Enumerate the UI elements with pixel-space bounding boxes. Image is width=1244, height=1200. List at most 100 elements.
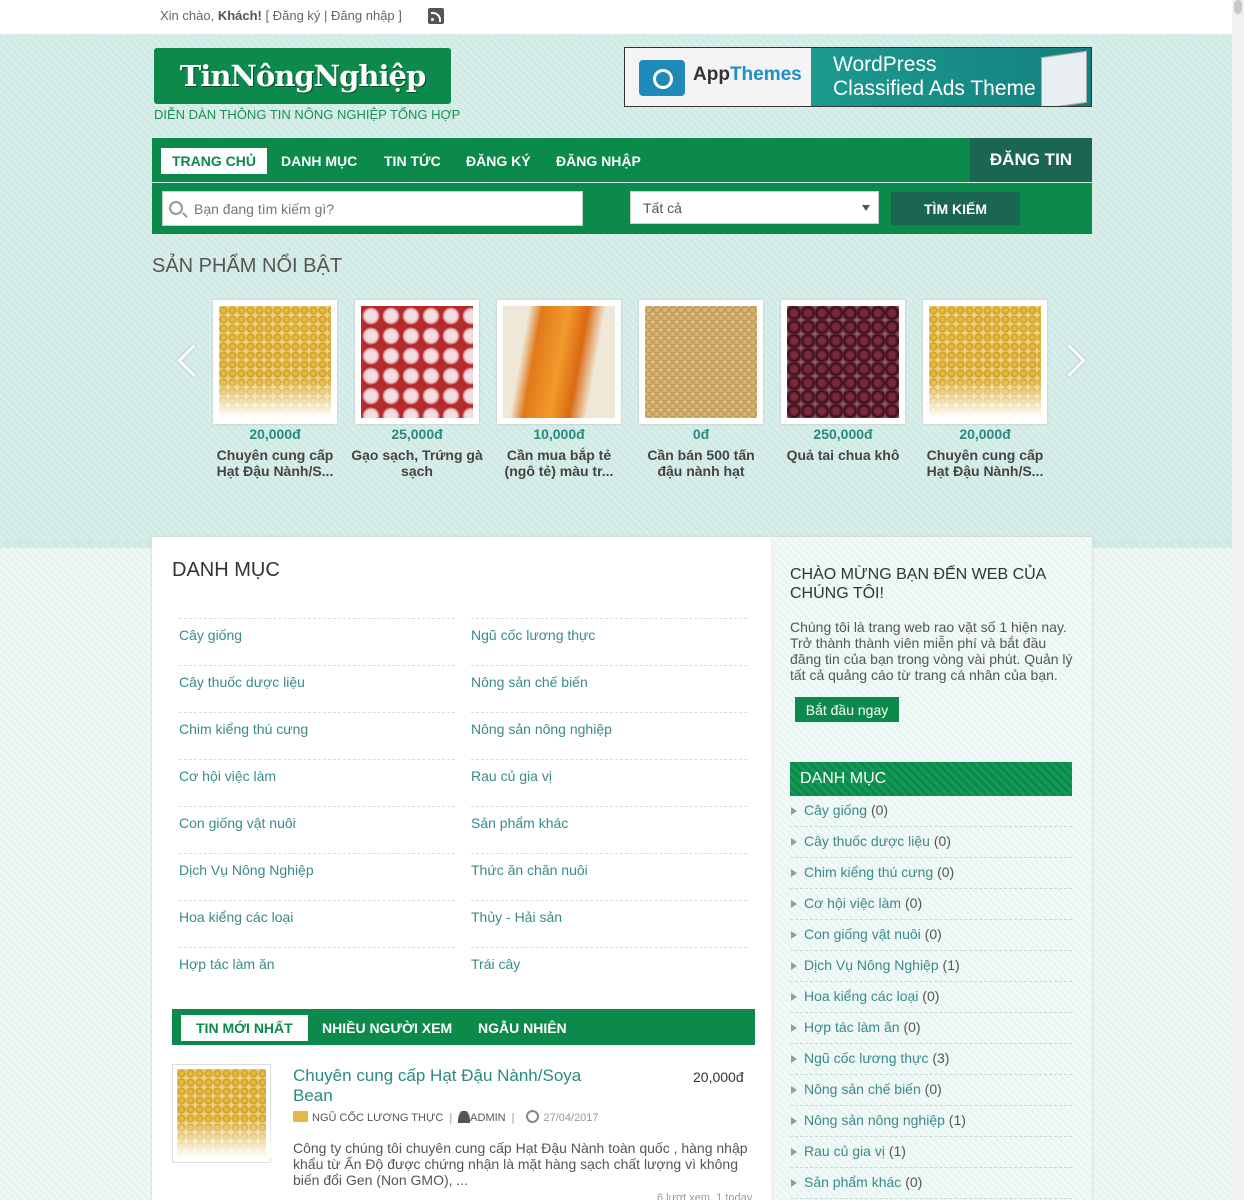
search-button[interactable]: TÌM KIẾM [891,192,1020,225]
ad-title-line2: Classified Ads Theme [833,77,1036,100]
sidebar-category-name[interactable]: Nông sản chế biến [804,1081,921,1097]
sidebar-category-name[interactable]: Cây giống [804,802,867,818]
category-select[interactable]: Tất cả [630,191,879,224]
product-name[interactable]: Cần bán 500 tấn đậu nành hạt [633,447,769,479]
category-link[interactable]: Cây giống [179,618,455,665]
category-link[interactable]: Ngũ cốc lương thực [471,618,747,665]
post-author[interactable]: ADMIN [470,1112,505,1124]
login-link[interactable]: Đăng nhập [331,8,395,23]
sidebar-category-name[interactable]: Hợp tác làm ăn [804,1019,900,1035]
product-image [503,306,615,418]
product-thumbnail[interactable] [923,300,1047,424]
triangle-bullet-icon [791,931,797,939]
triangle-bullet-icon [791,1055,797,1063]
sidebar-category-item[interactable]: Con giống vật nuôi (0) [790,920,1072,951]
category-link[interactable]: Hợp tác làm ăn [179,947,455,994]
product-name[interactable]: Chuyên cung cấp Hạt Đậu Nành/S... [207,447,343,479]
category-link[interactable]: Thủy - Hải sản [471,900,747,947]
user-icon [458,1111,471,1123]
carousel-next-arrow-icon[interactable] [1062,343,1082,377]
product-thumbnail[interactable] [639,300,763,424]
post-category[interactable]: NGŨ CỐC LƯƠNG THỰC [312,1112,443,1124]
product-image [645,306,757,418]
sidebar-category-name[interactable]: Ngũ cốc lương thực [804,1050,928,1066]
tab-latest[interactable]: TIN MỚI NHẤT [181,1015,308,1041]
category-link[interactable]: Dịch Vụ Nông Nghiệp [179,853,455,900]
sidebar-category-item[interactable]: Nông sản chế biến (0) [790,1075,1072,1106]
nav-item-news[interactable]: TIN TỨC [373,148,452,174]
product-price: 20,000đ [959,426,1011,442]
tab-random[interactable]: NGẪU NHIÊN [463,1015,582,1041]
category-link[interactable]: Cây thuốc dược liệu [179,665,455,712]
category-link[interactable]: Trái cây [471,947,747,994]
product-name[interactable]: Quả tai chua khô [775,447,911,463]
product-price: 250,000đ [813,426,873,442]
sidebar-category-name[interactable]: Dịch Vụ Nông Nghiệp [804,957,939,973]
sidebar-category-item[interactable]: Cây giống (0) [790,796,1072,827]
sidebar-category-name[interactable]: Sản phẩm khác [804,1174,901,1190]
post-thumbnail[interactable] [172,1064,289,1163]
category-link[interactable]: Hoa kiểng các loại [179,900,455,947]
start-now-button[interactable]: Bắt đầu ngay [795,697,899,722]
site-logo[interactable]: TinNôngNghiệp [154,48,451,104]
register-link[interactable]: Đăng ký [273,8,321,23]
post-ad-button[interactable]: ĐĂNG TIN [970,138,1092,182]
ad-banner[interactable]: AppThemes WordPress Classified Ads Theme [624,47,1092,107]
sidebar-category-item[interactable]: Hợp tác làm ăn (0) [790,1013,1072,1044]
nav-item-categories[interactable]: DANH MỤC [270,148,368,174]
product-thumbnail[interactable] [213,300,337,424]
category-link[interactable]: Sản phẩm khác [471,806,747,853]
carousel-prev-arrow-icon[interactable] [176,343,196,377]
triangle-bullet-icon [791,1117,797,1125]
tab-most-viewed[interactable]: NHIỀU NGƯỜI XEM [307,1015,467,1041]
category-link[interactable]: Nông sản nông nghiệp [471,712,747,759]
sidebar-category-count: (0) [870,802,889,818]
rss-icon[interactable] [428,8,444,24]
greeting-text: Xin chào, [160,8,215,23]
scrollbar-thumb[interactable] [1234,0,1242,14]
search-input[interactable]: Bạn đang tìm kiếm gì? [162,191,583,226]
category-link[interactable]: Cơ hội việc làm [179,759,455,806]
category-link[interactable]: Chim kiểng thú cưng [179,712,455,759]
category-link[interactable]: Thức ăn chăn nuôi [471,853,747,900]
sidebar-category-item[interactable]: Dịch Vụ Nông Nghiệp (1) [790,951,1072,982]
sidebar-category-name[interactable]: Cơ hội việc làm [804,895,901,911]
category-link[interactable]: Nông sản chế biến [471,665,747,712]
sidebar-category-item[interactable]: Rau củ gia vị (1) [790,1137,1072,1168]
page-scrollbar[interactable] [1232,0,1244,1200]
sidebar-category-item[interactable]: Ngũ cốc lương thực (3) [790,1044,1072,1075]
product-image [219,306,331,418]
sidebar-category-name[interactable]: Cây thuốc dược liệu [804,833,930,849]
nav-item-home[interactable]: TRANG CHỦ [161,148,267,174]
sidebar-category-name[interactable]: Hoa kiểng các loại [804,988,918,1004]
product-thumbnail[interactable] [781,300,905,424]
sidebar-category-name[interactable]: Rau củ gia vị [804,1143,885,1159]
sidebar-category-item[interactable]: Sản phẩm khác (0) [790,1168,1072,1199]
site-tagline: DIỄN DÀN THÔNG TIN NÔNG NGHIỆP TỔNG HỢP [154,107,461,122]
product-thumbnail[interactable] [355,300,479,424]
product-price: 25,000đ [391,426,443,442]
sidebar-category-name[interactable]: Chim kiểng thú cưng [804,864,933,880]
category-link[interactable]: Con giống vật nuôi [179,806,455,853]
category-link[interactable]: Rau củ gia vị [471,759,747,806]
product-name[interactable]: Chuyên cung cấp Hạt Đậu Nành/S... [917,447,1053,479]
sidebar-category-name[interactable]: Nông sản nông nghiệp [804,1112,945,1128]
sidebar-category-item[interactable]: Chim kiểng thú cưng (0) [790,858,1072,889]
post-price: 20,000đ [693,1069,744,1085]
product-thumbnail[interactable] [497,300,621,424]
sidebar-category-name[interactable]: Con giống vật nuôi [804,926,921,942]
post-title[interactable]: Chuyên cung cấp Hạt Đậu Nành/Soya Bean [293,1066,613,1106]
nav-item-register[interactable]: ĐĂNG KÝ [455,148,542,174]
main-content: DANH MỤC Cây giống Cây thuốc dược liệu C… [152,537,773,1200]
sidebar-category-item[interactable]: Cây thuốc dược liệu (0) [790,827,1072,858]
sidebar: CHÀO MỪNG BẠN ĐẾN WEB CỦA CHÚNG TÔI! Chú… [773,537,1092,1200]
nav-item-login[interactable]: ĐĂNG NHẬP [545,148,652,174]
sidebar-category-item[interactable]: Nông sản nông nghiệp (1) [790,1106,1072,1137]
welcome-text: Chúng tôi là trang web rao vặt số 1 hiện… [790,619,1073,683]
sidebar-category-item[interactable]: Cơ hội việc làm (0) [790,889,1072,920]
listing-tabs: TIN MỚI NHẤT NHIỀU NGƯỜI XEM NGẪU NHIÊN [172,1009,755,1045]
product-name[interactable]: Cần mua bắp tẻ (ngô tẻ) màu tr... [491,447,627,479]
product-name[interactable]: Gạo sạch, Trứng gà sạch [349,447,485,479]
sidebar-category-item[interactable]: Hoa kiểng các loại (0) [790,982,1072,1013]
ad-brand-app: App [693,64,730,85]
